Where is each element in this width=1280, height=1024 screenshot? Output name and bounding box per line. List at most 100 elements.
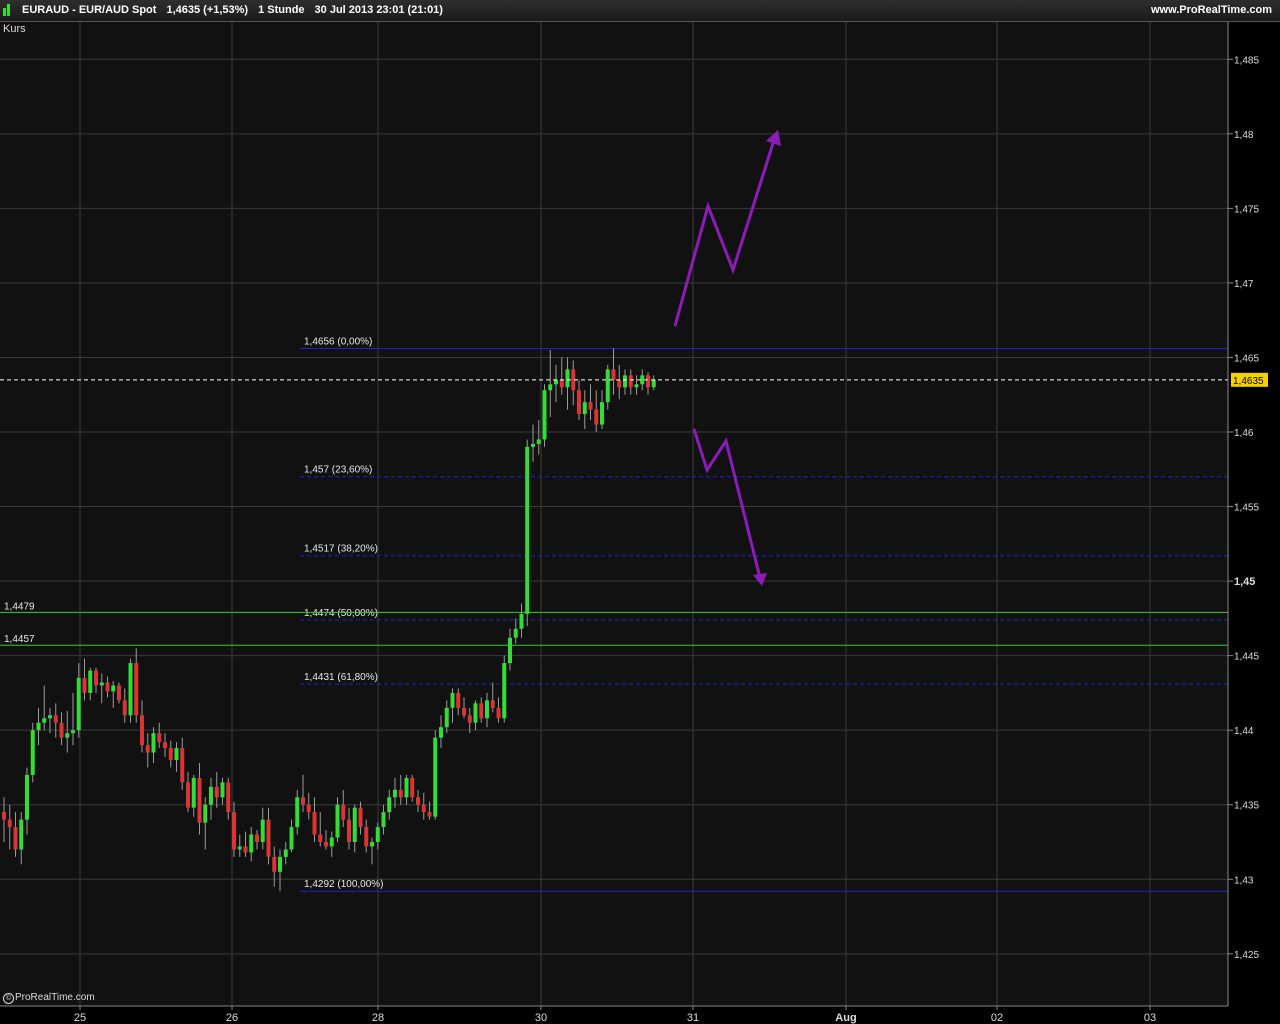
candle-body xyxy=(358,807,363,828)
fib-label: 1,4474 (50,00%) xyxy=(304,608,378,619)
candle-body xyxy=(577,390,581,415)
candle-body xyxy=(462,707,466,716)
x-tick-label: 25 xyxy=(74,1012,86,1024)
candle-body xyxy=(439,727,443,738)
candle-body xyxy=(157,733,162,743)
candle-body xyxy=(237,846,242,850)
x-axis-panel xyxy=(0,1006,1280,1024)
candle-body xyxy=(565,369,570,388)
fib-label: 1,4517 (38,20%) xyxy=(304,544,378,555)
candle-body xyxy=(410,777,415,798)
fib-label: 1,457 (23,60%) xyxy=(304,465,372,476)
candle-body xyxy=(232,812,236,850)
site-label[interactable]: www.ProRealTime.com xyxy=(1151,4,1272,16)
candle-body xyxy=(496,707,501,719)
candle-body xyxy=(260,819,265,842)
candle-body xyxy=(364,827,369,847)
candle-body xyxy=(416,797,420,805)
watermark: © ProRealTime.com xyxy=(3,992,95,1004)
candle-body xyxy=(243,846,248,853)
candle-body xyxy=(203,804,208,823)
candle-body xyxy=(255,834,259,842)
candle-body xyxy=(30,730,35,775)
y-tick-label: 1,44 xyxy=(1234,726,1254,737)
candle-body xyxy=(36,722,41,731)
candle-body xyxy=(7,819,12,828)
candle-body xyxy=(168,748,173,760)
last-price-tag-label: 1,4635 xyxy=(1233,376,1264,387)
datetime-label: 30 Jul 2013 23:01 (21:01) xyxy=(314,4,443,16)
candle-body xyxy=(283,849,288,857)
candle-body xyxy=(582,402,587,415)
interval-label: 1 Stunde xyxy=(258,4,305,16)
candle-body xyxy=(278,856,282,872)
symbol-name: EURAUD - EUR/AUD Spot xyxy=(22,4,157,16)
x-tick-label: 03 xyxy=(1144,1012,1156,1024)
candle-body xyxy=(559,379,564,388)
support-label: 1,4457 xyxy=(4,634,35,645)
y-tick-label: 1,47 xyxy=(1234,279,1254,290)
candle-body xyxy=(105,682,110,692)
candle-body xyxy=(42,718,47,723)
candle-body xyxy=(174,748,179,760)
price-chart[interactable]: 1,4656 (0,00%) 1,457 (23,60%) 1,4517 (38,2… xyxy=(0,22,1280,1024)
candle-body xyxy=(634,384,639,388)
candle-body xyxy=(48,715,52,719)
candle-body xyxy=(467,715,472,723)
candle-body xyxy=(594,409,599,425)
y-tick-label: 1,455 xyxy=(1234,503,1259,514)
candle-body xyxy=(352,807,357,842)
last-price-change: 1,4635 (+1,53%) xyxy=(166,4,249,16)
x-tick-label: 28 xyxy=(372,1012,384,1024)
candle-body xyxy=(13,827,18,850)
x-tick-label: 26 xyxy=(226,1012,238,1024)
candle-body xyxy=(82,678,87,693)
plot-background xyxy=(0,22,1228,1006)
watermark-text: ProRealTime.com xyxy=(15,992,95,1003)
candle-body xyxy=(370,842,374,847)
candle-body xyxy=(266,819,271,857)
candle-body xyxy=(289,827,294,850)
y-tick-label: 1,445 xyxy=(1234,652,1259,663)
bar-chart-icon xyxy=(3,4,10,16)
candle-body xyxy=(99,682,104,686)
candle-body xyxy=(513,628,518,638)
candle-body xyxy=(88,670,93,693)
candle-body xyxy=(128,663,133,716)
candle-body xyxy=(456,692,461,708)
candle-body xyxy=(427,812,432,817)
candle-body xyxy=(341,804,346,820)
chart-header: EURAUD - EUR/AUD Spot 1,4635 (+1,53%) 1 St… xyxy=(0,0,1280,22)
copyright-icon: © xyxy=(3,993,14,1004)
y-tick-label: 1,48 xyxy=(1234,130,1254,141)
y-tick-label: 1,45 xyxy=(1234,576,1255,588)
candle-body xyxy=(444,707,449,728)
candle-body xyxy=(53,715,58,723)
candle-body xyxy=(651,379,656,388)
candle-body xyxy=(531,443,535,447)
candle-body xyxy=(329,837,334,847)
candle-body xyxy=(536,439,541,444)
candle-body xyxy=(272,856,277,872)
x-tick-label: 30 xyxy=(535,1012,547,1024)
candle-body xyxy=(600,402,604,425)
candle-body xyxy=(65,733,70,738)
candle-body xyxy=(611,369,616,380)
candle-body xyxy=(180,748,185,783)
candle-body xyxy=(94,670,98,686)
candle-body xyxy=(122,700,127,716)
candle-body xyxy=(226,782,231,813)
candle-body xyxy=(19,819,24,850)
candle-body xyxy=(301,797,305,805)
candle-body xyxy=(387,797,392,813)
y-tick-label: 1,46 xyxy=(1234,428,1254,439)
candle-body xyxy=(548,384,553,391)
candle-body xyxy=(433,737,438,817)
candle-body xyxy=(347,819,351,842)
candle-body xyxy=(588,402,593,410)
y-axis-panel xyxy=(1228,22,1280,1006)
candle-body xyxy=(335,804,340,838)
y-tick-label: 1,43 xyxy=(1234,875,1254,886)
y-tick-label: 1,485 xyxy=(1234,55,1259,66)
candle-body xyxy=(542,390,547,440)
